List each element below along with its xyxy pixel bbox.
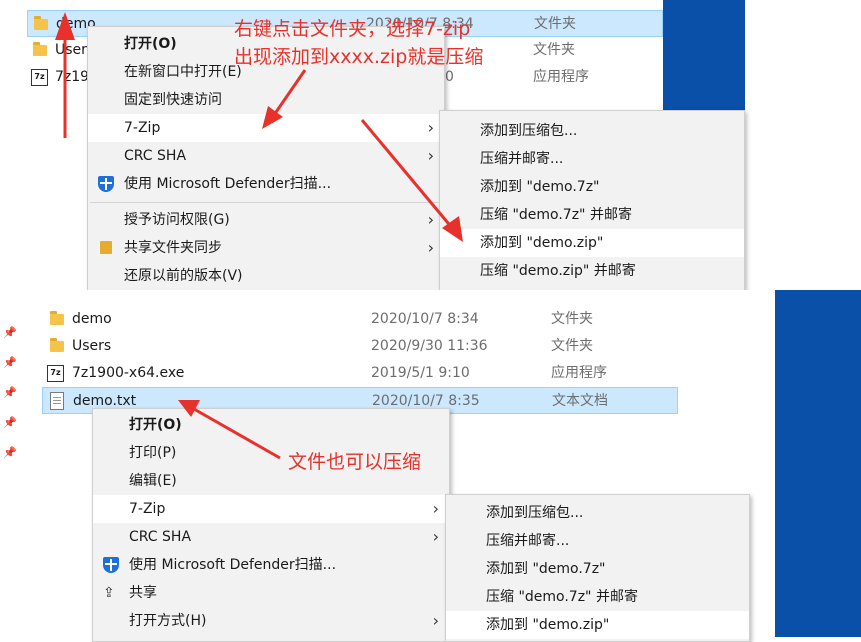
menu-item-share-sync[interactable]: 共享文件夹同步 › <box>88 234 444 262</box>
pin-icon: 📌 <box>3 416 17 429</box>
file-type: 文本文档 <box>552 393 608 409</box>
desktop-background <box>663 0 745 110</box>
pin-icon: 📌 <box>3 356 17 369</box>
annotation-text: 右键点击文件夹，选择7-zip <box>234 18 471 40</box>
file-type: 文件夹 <box>551 311 593 327</box>
folder-icon <box>50 338 64 352</box>
chevron-right-icon: › <box>432 611 439 630</box>
menu-item-open-with[interactable]: 打开方式(H) › <box>93 607 449 635</box>
submenu-compress-email[interactable]: 压缩并邮寄... <box>446 527 749 555</box>
menu-item-defender-scan[interactable]: 使用 Microsoft Defender扫描... <box>93 551 449 579</box>
7zip-exe-icon: 7z <box>31 69 48 86</box>
7zip-submenu: 添加到压缩包... 压缩并邮寄... 添加到 "demo.7z" 压缩 "dem… <box>439 110 745 292</box>
chevron-right-icon: › <box>427 238 434 257</box>
pin-icon: 📌 <box>3 446 17 459</box>
menu-item-grant-access[interactable]: 授予访问权限(G) › <box>88 206 444 234</box>
file-name: Users <box>72 338 112 354</box>
submenu-add-to-7z[interactable]: 添加到 "demo.7z" <box>440 173 744 201</box>
menu-separator <box>90 202 442 203</box>
annotation-text: 出现添加到xxxx.zip就是压缩 <box>234 46 484 68</box>
pin-icon: 📌 <box>3 326 17 339</box>
chevron-right-icon: › <box>427 146 434 165</box>
file-row-demo-folder[interactable]: demo 2020/10/7 8:34 文件夹 <box>42 306 678 333</box>
menu-item-restore-versions[interactable]: 还原以前的版本(V) <box>88 262 444 290</box>
submenu-compress-email[interactable]: 压缩并邮寄... <box>440 145 744 173</box>
chevron-right-icon: › <box>427 118 434 137</box>
navigation-pane <box>0 290 22 637</box>
pin-icon: 📌 <box>3 386 17 399</box>
file-type: 文件夹 <box>551 338 593 354</box>
defender-shield-icon <box>98 176 114 192</box>
file-type: 文件夹 <box>534 16 576 32</box>
file-date: 2020/10/7 8:34 <box>371 311 479 327</box>
menu-item-defender-scan[interactable]: 使用 Microsoft Defender扫描... <box>88 170 444 198</box>
text-file-icon <box>50 392 64 410</box>
folder-icon <box>33 42 47 56</box>
annotation-text: 文件也可以压缩 <box>288 451 422 473</box>
menu-item-pin-quick-access[interactable]: 固定到快速访问 <box>88 86 444 114</box>
file-type: 应用程序 <box>533 69 589 85</box>
file-context-menu: 打开(O) 打印(P) 编辑(E) 7-Zip › CRC SHA › 使用 Mic… <box>92 408 450 642</box>
menu-item-crc-sha[interactable]: CRC SHA › <box>88 142 444 170</box>
top-explorer-panel: demo 2020/10/7 8:34 文件夹 Users 文件夹 7z 7z1… <box>0 0 745 292</box>
menu-item-7zip[interactable]: 7-Zip › <box>88 114 444 142</box>
submenu-compress-7z-email[interactable]: 压缩 "demo.7z" 并邮寄 <box>446 583 749 611</box>
file-date: 2020/9/30 11:36 <box>371 338 488 354</box>
menu-item-crc-sha[interactable]: CRC SHA › <box>93 523 449 551</box>
file-type: 文件夹 <box>533 42 575 58</box>
share-icon: ⇪ <box>103 585 115 601</box>
folder-icon <box>34 16 48 30</box>
submenu-compress-7z-email[interactable]: 压缩 "demo.7z" 并邮寄 <box>440 201 744 229</box>
file-row-7zip-exe[interactable]: 7z 7z1900-x64.exe 2019/5/1 9:10 应用程序 <box>42 360 678 387</box>
submenu-add-to-7z[interactable]: 添加到 "demo.7z" <box>446 555 749 583</box>
submenu-add-to-zip[interactable]: 添加到 "demo.zip" <box>440 229 744 257</box>
file-type: 应用程序 <box>551 365 607 381</box>
file-name: demo <box>72 311 112 327</box>
chevron-right-icon: › <box>432 499 439 518</box>
menu-item-share[interactable]: ⇪ 共享 <box>93 579 449 607</box>
menu-item-7zip[interactable]: 7-Zip › <box>93 495 449 523</box>
file-date: 2019/5/1 9:10 <box>371 365 470 381</box>
file-row-users-folder[interactable]: Users 2020/9/30 11:36 文件夹 <box>42 333 678 360</box>
submenu-add-to-zip[interactable]: 添加到 "demo.zip" <box>446 611 749 639</box>
folder-icon <box>50 311 64 325</box>
chevron-right-icon: › <box>432 527 439 546</box>
7zip-exe-icon: 7z <box>47 365 64 382</box>
7zip-submenu: 添加到压缩包... 压缩并邮寄... 添加到 "demo.7z" 压缩 "dem… <box>445 494 750 642</box>
desktop-background <box>775 290 861 637</box>
share-sync-icon <box>100 241 112 254</box>
chevron-right-icon: › <box>427 210 434 229</box>
submenu-add-to-archive[interactable]: 添加到压缩包... <box>440 117 744 145</box>
defender-shield-icon <box>103 557 119 573</box>
menu-item-open[interactable]: 打开(O) <box>93 411 449 439</box>
submenu-compress-zip-email[interactable]: 压缩 "demo.zip" 并邮寄 <box>440 257 744 285</box>
bottom-explorer-panel: 📌 📌 📌 📌 📌 demo 2020/10/7 8:34 文件夹 Users … <box>0 290 861 642</box>
submenu-add-to-archive[interactable]: 添加到压缩包... <box>446 499 749 527</box>
file-name: 7z1900-x64.exe <box>72 365 185 381</box>
